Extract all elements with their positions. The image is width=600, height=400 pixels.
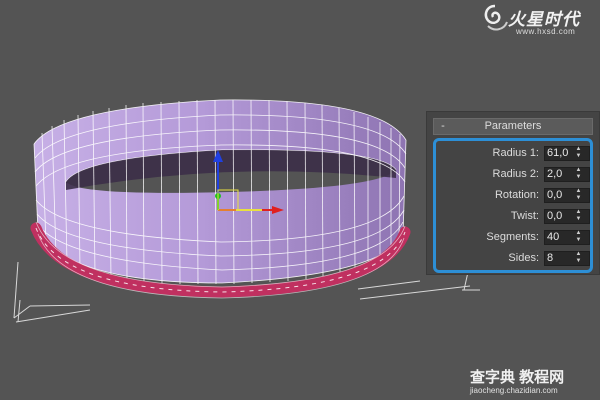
param-row-sides: Sides: 8 ▲ ▼ [427,250,597,268]
param-row-radius1: Radius 1: 61,0 ▲ ▼ [427,145,597,163]
radius2-spinner[interactable]: ▲ ▼ [574,167,583,181]
spinner-up-icon[interactable]: ▲ [574,167,583,174]
param-row-rotation: Rotation: 0,0 ▲ ▼ [427,187,597,205]
spinner-down-icon[interactable]: ▼ [574,174,583,181]
spinner-up-icon[interactable]: ▲ [574,188,583,195]
twist-spinner[interactable]: ▲ ▼ [574,209,583,223]
sides-field[interactable]: 8 [544,251,590,266]
param-label: Rotation: [494,189,539,201]
spinner-up-icon[interactable]: ▲ [574,146,583,153]
chazidian-watermark: 查字典 教程网 jiaocheng.chazidian.com [470,366,595,398]
spinner-down-icon[interactable]: ▼ [574,258,583,265]
parameters-rollout-header[interactable]: - Parameters [433,118,593,135]
rotation-spinner[interactable]: ▲ ▼ [574,188,583,202]
radius1-field[interactable]: 61,0 [544,146,590,161]
spinner-up-icon[interactable]: ▲ [574,251,583,258]
segments-field[interactable]: 40 [544,230,590,245]
watermark-main: 查字典 教程网 [470,369,565,386]
param-row-radius2: Radius 2: 2,0 ▲ ▼ [427,166,597,184]
spinner-down-icon[interactable]: ▼ [574,195,583,202]
spiral-logo-icon [484,4,508,31]
param-label: Segments: [486,231,539,243]
param-label: Sides: [508,252,539,264]
spinner-down-icon[interactable]: ▼ [574,153,583,160]
twist-field[interactable]: 0,0 [544,209,590,224]
watermark-url: jiaocheng.chazidian.com [470,386,558,395]
radius2-field[interactable]: 2,0 [544,167,590,182]
spinner-up-icon[interactable]: ▲ [574,230,583,237]
rotation-field[interactable]: 0,0 [544,188,590,203]
hxsd-logo: 火星时代 www.hxsd.com [480,2,598,40]
radius1-spinner[interactable]: ▲ ▼ [574,146,583,160]
param-row-segments: Segments: 40 ▲ ▼ [427,229,597,247]
param-label: Radius 2: [492,168,539,180]
rollout-title: Parameters [484,120,542,132]
parameters-panel: - Parameters Radius 1: 61,0 ▲ ▼ Radius 2… [426,111,600,275]
segments-spinner[interactable]: ▲ ▼ [574,230,583,244]
sides-spinner[interactable]: ▲ ▼ [574,251,583,265]
param-row-twist: Twist: 0,0 ▲ ▼ [427,208,597,226]
spinner-down-icon[interactable]: ▼ [574,237,583,244]
param-label: Twist: [510,210,539,222]
spinner-down-icon[interactable]: ▼ [574,216,583,223]
logo-url: www.hxsd.com [516,27,576,36]
param-label: Radius 1: [492,147,539,159]
spinner-up-icon[interactable]: ▲ [574,209,583,216]
